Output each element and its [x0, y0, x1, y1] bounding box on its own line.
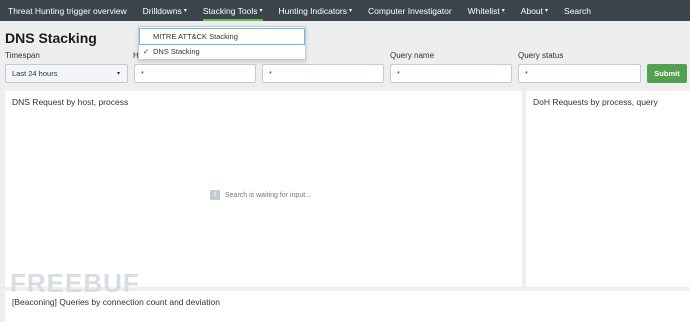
nav-whitelist[interactable]: Whitelist ▾ — [460, 0, 513, 21]
doh-requests-panel: DoH Requests by process, query — [526, 91, 690, 287]
info-badge-icon: 1 — [210, 190, 220, 200]
query-status-input[interactable]: * — [518, 64, 641, 83]
panel-title: DoH Requests by process, query — [533, 97, 658, 107]
nav-label: About — [520, 5, 544, 16]
nav-stacking-tools[interactable]: Stacking Tools ▾ — [195, 0, 271, 21]
dns-request-panel: DNS Request by host, process — [5, 91, 522, 287]
query-status-label: Query status — [518, 51, 564, 60]
nav-search[interactable]: Search — [556, 0, 599, 21]
nav-label: Whitelist — [467, 5, 500, 16]
query-name-label: Query name — [390, 51, 435, 60]
chevron-down-icon: ▾ — [545, 8, 549, 14]
field3-value: * — [269, 69, 272, 78]
nav-label: Stacking Tools — [202, 5, 258, 16]
chevron-down-icon: ▾ — [259, 8, 263, 14]
search-waiting-message: 1 Search is waiting for input... — [210, 190, 311, 200]
chevron-down-icon: ▾ — [349, 8, 353, 14]
waiting-text: Search is waiting for input... — [225, 191, 311, 199]
check-icon: ✓ — [143, 47, 150, 56]
nav-label: Drilldowns — [142, 5, 182, 16]
host-value: * — [141, 69, 144, 78]
timespan-select[interactable]: Last 24 hours ▾ — [5, 64, 128, 83]
panel-title: DNS Request by host, process — [12, 97, 129, 107]
menu-item-label: DNS Stacking — [153, 47, 200, 56]
query-name-value: * — [397, 69, 400, 78]
nav-threat-hunting-overview[interactable]: Threat Hunting trigger overview — [0, 0, 135, 21]
nav-drilldowns[interactable]: Drilldowns ▾ — [135, 0, 195, 21]
nav-computer-investigator[interactable]: Computer Investigator — [360, 0, 460, 21]
field3-input[interactable]: * — [262, 64, 384, 83]
nav-label: Hunting Indicators — [278, 5, 348, 16]
submit-button[interactable]: Submit — [647, 64, 687, 83]
nav-label: Computer Investigator — [368, 5, 452, 16]
chevron-down-icon: ▾ — [116, 71, 120, 77]
menu-item-dns-stacking[interactable]: ✓ DNS Stacking — [140, 44, 304, 59]
stacking-tools-dropdown: MITRE ATT&CK Stacking ✓ DNS Stacking — [138, 26, 306, 60]
menu-item-mitre-attack-stacking[interactable]: MITRE ATT&CK Stacking — [139, 28, 305, 45]
query-status-value: * — [525, 69, 528, 78]
timespan-value: Last 24 hours — [12, 69, 58, 78]
query-name-input[interactable]: * — [390, 64, 512, 83]
menu-item-label: MITRE ATT&CK Stacking — [153, 32, 238, 41]
chevron-down-icon: ▾ — [183, 8, 187, 14]
host-input[interactable]: * — [134, 64, 256, 83]
timespan-label: Timespan — [5, 51, 40, 60]
watermark-logo: FREEBUF — [10, 268, 140, 298]
top-navbar: Threat Hunting trigger overview Drilldow… — [0, 0, 690, 21]
chevron-down-icon: ▾ — [501, 8, 505, 14]
nav-label: Search — [564, 5, 591, 16]
nav-about[interactable]: About ▾ — [513, 0, 556, 21]
nav-hunting-indicators[interactable]: Hunting Indicators ▾ — [271, 0, 361, 21]
page-title: DNS Stacking — [5, 30, 97, 46]
nav-label: Threat Hunting trigger overview — [8, 5, 127, 16]
